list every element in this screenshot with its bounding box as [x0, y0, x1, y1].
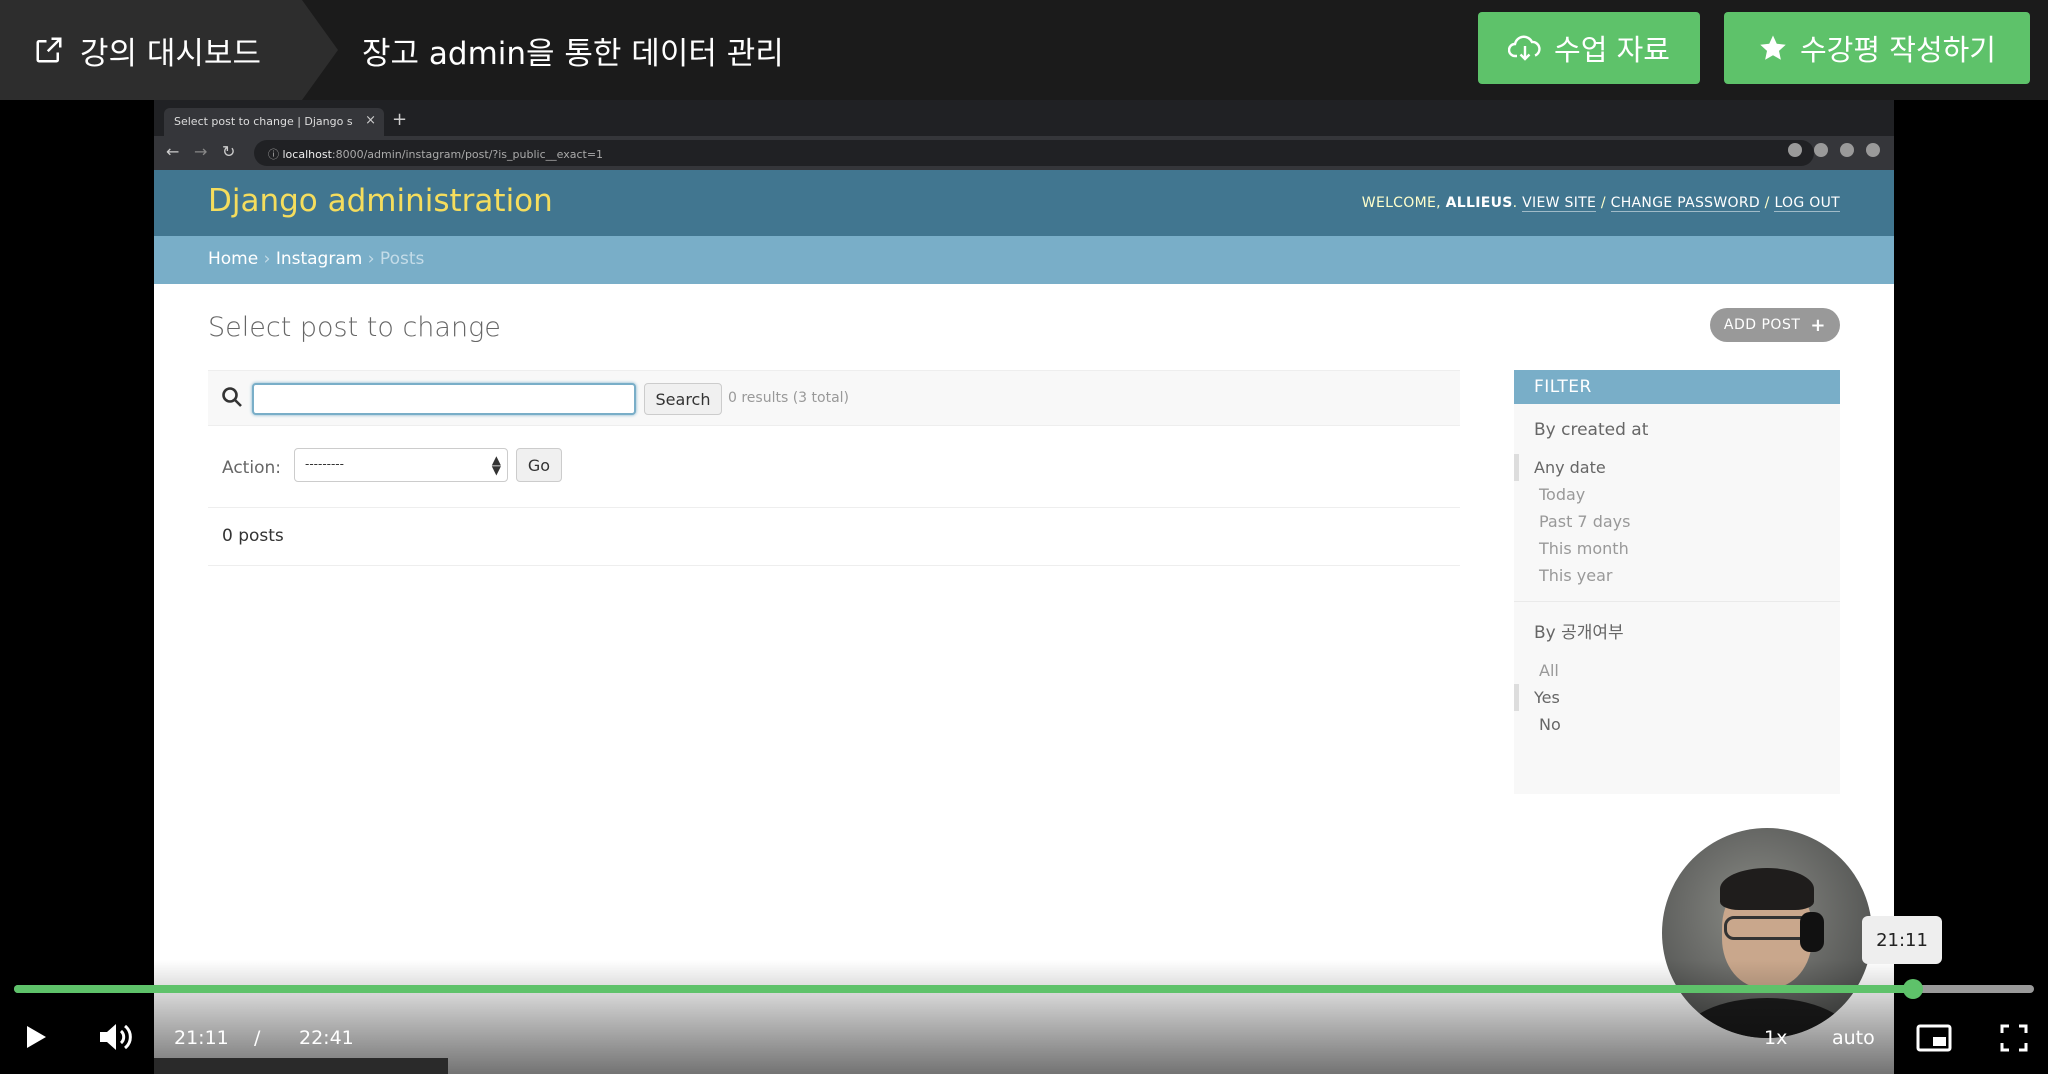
picture-in-picture-icon[interactable] [1916, 1024, 1952, 1052]
add-post-label: ADD POST [1723, 317, 1801, 333]
log-out-link: LOG OUT [1774, 195, 1840, 212]
filter-option: Yes [1514, 684, 1840, 711]
progress-bar[interactable] [14, 979, 2034, 999]
add-post-button: ADD POST + [1709, 308, 1840, 342]
paginator: 0 posts [208, 508, 1460, 566]
forward-arrow-icon: → [194, 142, 208, 161]
admin-header: Django administration WELCOME, ALLIEUS. … [154, 170, 1894, 236]
breadcrumb: Home › Instagram › Posts [154, 236, 1894, 284]
time-tooltip: 21:11 [1862, 916, 1942, 964]
breadcrumb-home: Home [208, 249, 259, 269]
cloud-download-icon [1508, 35, 1541, 61]
extension-icon [1840, 143, 1854, 157]
filter-panel: FILTER By created at Any date Today Past… [1514, 370, 1840, 794]
info-icon: ⓘ [268, 148, 283, 161]
welcome-text: WELCOME, [1361, 195, 1441, 211]
change-password-link: CHANGE PASSWORD [1610, 195, 1760, 212]
quality-button[interactable]: auto [1832, 1027, 1875, 1049]
progress-played [14, 985, 1913, 993]
page-title: Select post to change [208, 312, 501, 343]
action-select: --------- ▲ ▼ [294, 448, 508, 482]
playback-speed-button[interactable]: 1x [1764, 1027, 1787, 1049]
user-tools: WELCOME, ALLIEUS. VIEW SITE / CHANGE PAS… [1361, 195, 1840, 212]
filter-option: This month [1539, 539, 1629, 558]
filter-list-created-at: Any date Today Past 7 days This month Th… [1514, 448, 1840, 602]
back-arrow-icon: ← [166, 142, 180, 161]
extension-icon [1814, 143, 1828, 157]
browser-tab: Select post to change | Django s × [164, 108, 384, 136]
fullscreen-icon[interactable] [2000, 1024, 2028, 1052]
materials-label: 수업 자료 [1554, 33, 1670, 67]
results-count: 0 results (3 total) [728, 390, 850, 406]
filter-option: Today [1539, 485, 1586, 504]
search-toolbar: Search 0 results (3 total) [208, 370, 1460, 426]
dashboard-label: 강의 대시보드 [80, 35, 261, 72]
search-input [252, 383, 636, 415]
filter-option: This year [1539, 566, 1613, 585]
browser-tab-strip: Select post to change | Django s × + [154, 100, 1894, 136]
browser-toolbar: ← → ↻ ⓘ localhost:8000/admin/instagram/p… [154, 136, 1894, 170]
address-bar: ⓘ localhost:8000/admin/instagram/post/?i… [254, 140, 1814, 166]
write-review-button[interactable]: 수강평 작성하기 [1724, 12, 2030, 84]
filter-title: FILTER [1514, 370, 1840, 404]
breadcrumb-app: Instagram [275, 249, 363, 269]
go-button: Go [516, 448, 562, 482]
lecture-title: 장고 admin을 통한 데이터 관리 [362, 35, 784, 72]
extension-icon [1788, 143, 1802, 157]
play-icon[interactable] [24, 1024, 48, 1050]
url-path: :8000/admin/instagram/post/?is_public__e… [331, 148, 604, 161]
browser-tab-title: Select post to change | Django s [174, 115, 353, 128]
browser-status-bar [154, 1058, 448, 1074]
dashboard-button[interactable]: 강의 대시보드 [0, 0, 338, 100]
volume-icon[interactable] [98, 1022, 132, 1052]
materials-button[interactable]: 수업 자료 [1478, 12, 1700, 84]
time-separator: / [254, 1027, 261, 1049]
review-label: 수강평 작성하기 [1800, 33, 1996, 67]
extension-icons [1788, 143, 1880, 157]
filter-option: Past 7 days [1539, 512, 1631, 531]
controls-overlay [0, 960, 2048, 1074]
breadcrumb-current: Posts [379, 249, 425, 269]
filter-option: All [1539, 661, 1559, 680]
filter-option: No [1539, 715, 1561, 734]
filter-heading: By created at [1534, 420, 1649, 440]
select-arrows-icon: ▲ ▼ [491, 453, 501, 477]
search-button: Search [644, 383, 722, 415]
url-host: localhost [282, 148, 332, 161]
lecture-header: 강의 대시보드 장고 admin을 통한 데이터 관리 수업 자료 수강평 작성… [0, 0, 2048, 100]
username: ALLIEUS [1445, 195, 1513, 211]
action-bar: Action: --------- ▲ ▼ Go [208, 426, 1460, 508]
admin-branding: Django administration [208, 183, 553, 219]
close-icon: × [365, 113, 376, 128]
action-selected-value: --------- [305, 457, 344, 471]
filter-option: Any date [1514, 454, 1840, 481]
filter-heading: By 공개여부 [1534, 623, 1624, 643]
search-icon [222, 387, 242, 407]
duration: 22:41 [299, 1027, 354, 1049]
plus-icon: + [1810, 314, 1826, 336]
star-icon [1760, 35, 1786, 60]
current-time: 21:11 [174, 1027, 229, 1049]
plus-icon: + [392, 109, 408, 130]
reload-icon: ↻ [222, 142, 236, 161]
changelist: Search 0 results (3 total) Action: -----… [208, 370, 1460, 566]
view-site-link: VIEW SITE [1522, 195, 1597, 212]
profile-icon [1866, 143, 1880, 157]
video-frame: Select post to change | Django s × + ← →… [154, 100, 1894, 1074]
external-link-icon [36, 37, 62, 63]
filter-list-public: All Yes No [1514, 651, 1840, 750]
progress-handle[interactable] [1902, 979, 1923, 999]
video-player[interactable]: Select post to change | Django s × + ← →… [0, 100, 2048, 1074]
action-label: Action: [222, 458, 281, 478]
